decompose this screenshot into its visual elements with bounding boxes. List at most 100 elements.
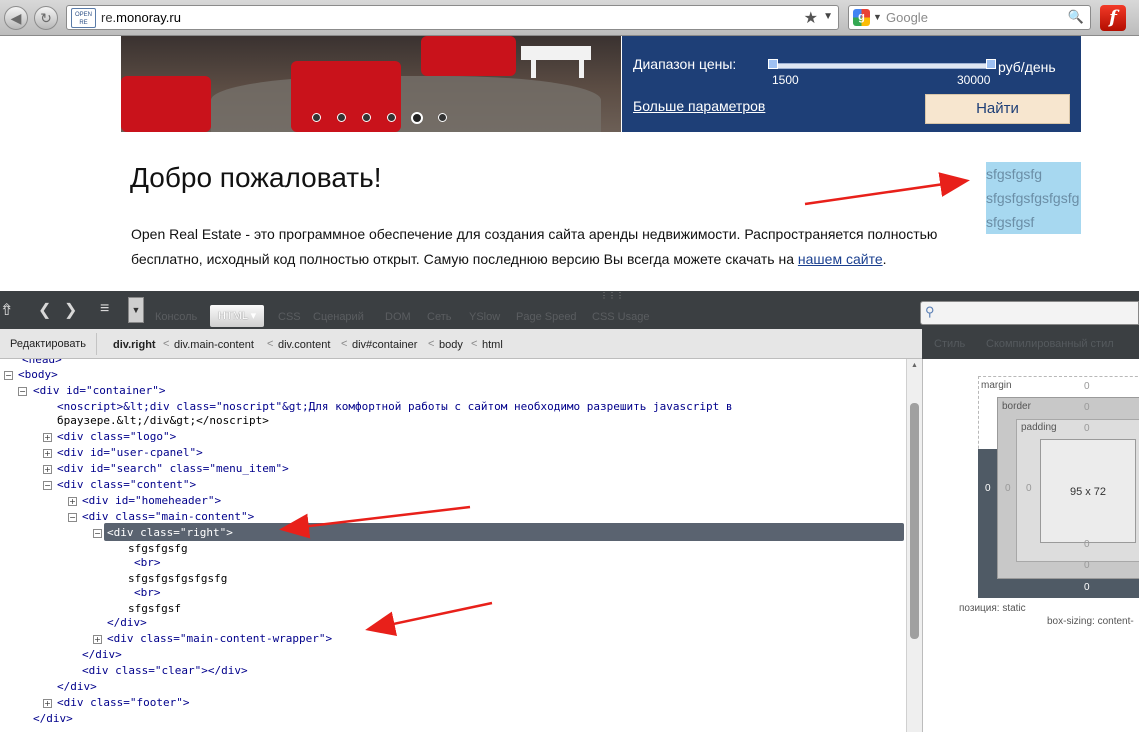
tab-style[interactable]: Стиль: [934, 338, 965, 350]
collapse-toggle-icon[interactable]: −: [4, 371, 13, 380]
right-box-line: sfgsfgsfg: [986, 166, 1043, 182]
padding-bottom-value[interactable]: 0: [1084, 539, 1090, 550]
price-slider-max-handle[interactable]: [986, 59, 996, 69]
flash-icon[interactable]: f: [1100, 5, 1126, 31]
margin-left-value[interactable]: 0: [985, 483, 991, 494]
margin-top-value[interactable]: 0: [1084, 381, 1090, 392]
tree-node[interactable]: <div id="search" class="menu_item">: [57, 461, 289, 477]
expand-toggle-icon[interactable]: +: [43, 449, 52, 458]
tab-dom[interactable]: DOM: [385, 311, 411, 323]
collapse-toggle-icon[interactable]: −: [68, 513, 77, 522]
collapse-toggle-icon[interactable]: −: [43, 481, 52, 490]
tree-node[interactable]: <div class="clear"></div>: [82, 663, 248, 679]
padding-left-value[interactable]: 0: [1026, 483, 1032, 494]
favicon-text-top: OPEN: [74, 12, 92, 18]
collapse-toggle-icon[interactable]: −: [18, 387, 27, 396]
breadcrumb-separator: <: [428, 338, 435, 350]
border-left-value[interactable]: 0: [1005, 483, 1011, 494]
our-site-link[interactable]: нашем сайте: [798, 251, 883, 267]
tree-node-selected[interactable]: <div class="right">: [107, 525, 233, 541]
tab-script[interactable]: Сценарий: [313, 311, 364, 323]
price-slider-track[interactable]: [772, 63, 992, 69]
tree-node[interactable]: </div>: [33, 711, 73, 727]
tree-node[interactable]: <body>: [18, 367, 58, 383]
expand-toggle-icon[interactable]: +: [43, 699, 52, 708]
breadcrumb-item[interactable]: div.right: [113, 339, 156, 351]
inspect-icon[interactable]: ⇮: [0, 300, 13, 320]
edit-button[interactable]: Редактировать: [0, 333, 97, 355]
expand-toggle-icon[interactable]: +: [93, 635, 102, 644]
sofa-shape: [121, 76, 211, 132]
breadcrumb-item[interactable]: div.content: [278, 339, 330, 351]
expand-toggle-icon[interactable]: +: [43, 433, 52, 442]
tab-css-usage[interactable]: CSS Usage: [592, 311, 649, 323]
collapse-toggle-icon[interactable]: −: [93, 529, 102, 538]
tree-scrollbar[interactable]: ▲: [906, 359, 922, 732]
panel-menu-dropdown[interactable]: ▼: [128, 297, 144, 323]
url-prefix: re.: [101, 10, 117, 25]
price-slider-min-handle[interactable]: [768, 59, 778, 69]
tab-page-speed[interactable]: Page Speed: [516, 311, 577, 323]
find-button[interactable]: Найти: [925, 94, 1070, 124]
margin-bottom-value[interactable]: 0: [1084, 582, 1090, 593]
back-button[interactable]: ◀: [4, 6, 28, 30]
tree-node[interactable]: </div>: [107, 615, 147, 631]
scrollbar-thumb[interactable]: [910, 403, 919, 639]
tree-node[interactable]: <div class="logo">: [57, 429, 176, 445]
tree-node[interactable]: <div class="main-content">: [82, 509, 254, 525]
tab-html[interactable]: HTML ▾: [210, 305, 265, 327]
tree-node[interactable]: <div id="container">: [33, 383, 165, 399]
address-bar[interactable]: OPEN RE re.monoray.ru ★ ▼: [66, 5, 839, 30]
tree-node[interactable]: <div class="content">: [57, 477, 196, 493]
breadcrumb-item[interactable]: div#container: [352, 339, 417, 351]
slider-dot[interactable]: [312, 113, 321, 122]
breadcrumb-separator: <: [471, 338, 478, 350]
resize-grip-icon[interactable]: ⋮⋮⋮: [600, 291, 624, 300]
tab-computed-style[interactable]: Скомпилированный стил: [986, 338, 1114, 350]
bookmark-star-icon[interactable]: ★: [804, 8, 818, 28]
border-top-value[interactable]: 0: [1084, 402, 1090, 413]
slider-dot-active[interactable]: [411, 112, 423, 124]
tree-node[interactable]: </div>: [57, 679, 97, 695]
url-text[interactable]: re.monoray.ru: [101, 10, 181, 25]
expand-toggle-icon[interactable]: +: [68, 497, 77, 506]
forward-arrow-icon[interactable]: ❯: [64, 300, 77, 320]
back-arrow-icon[interactable]: ❮: [38, 300, 51, 320]
search-bar[interactable]: g ▼ Google 🔍: [848, 5, 1091, 30]
tree-node[interactable]: <div id="homeheader">: [82, 493, 221, 509]
tree-node[interactable]: </div>: [82, 647, 122, 663]
url-dropdown-icon[interactable]: ▼: [823, 11, 833, 22]
tab-yslow[interactable]: YSlow: [469, 311, 500, 323]
right-box-highlight: sfgsfgsfg sfgsfgsfgsfgsfg sfgsfgsf: [986, 162, 1081, 234]
slider-dot[interactable]: [337, 113, 346, 122]
devtools-search-input[interactable]: ⚲: [920, 301, 1139, 325]
tree-node[interactable]: <br>: [134, 555, 161, 571]
slider-dot[interactable]: [387, 113, 396, 122]
tab-console[interactable]: Консоль: [155, 311, 197, 323]
site-favicon: OPEN RE: [71, 8, 96, 28]
intro-period: .: [882, 251, 887, 267]
right-box-line: sfgsfgsf: [986, 214, 1035, 230]
more-params-link[interactable]: Больше параметров: [633, 98, 765, 114]
tree-node[interactable]: <div class="main-content-wrapper">: [107, 631, 332, 647]
slider-dot[interactable]: [362, 113, 371, 122]
tab-network[interactable]: Сеть: [427, 311, 451, 323]
expand-toggle-icon[interactable]: +: [43, 465, 52, 474]
tab-css[interactable]: CSS: [278, 311, 301, 323]
border-bottom-value[interactable]: 0: [1084, 560, 1090, 571]
tree-node[interactable]: <div class="footer">: [57, 695, 189, 711]
google-engine-icon[interactable]: g: [853, 9, 870, 26]
breadcrumb-item[interactable]: div.main-content: [174, 339, 254, 351]
reload-button[interactable]: ↻: [34, 6, 58, 30]
engine-dropdown-icon[interactable]: ▼: [873, 12, 882, 22]
tree-node[interactable]: <div id="user-cpanel">: [57, 445, 203, 461]
search-icon[interactable]: 🔍: [1068, 9, 1084, 25]
menu-lines-icon[interactable]: ≡: [100, 300, 109, 318]
slider-dot[interactable]: [438, 113, 447, 122]
padding-top-value[interactable]: 0: [1084, 423, 1090, 434]
scroll-up-icon[interactable]: ▲: [911, 362, 918, 369]
tree-node[interactable]: <br>: [134, 585, 161, 601]
tree-node-text[interactable]: браузере.&lt;/div&gt;</noscript>: [57, 413, 269, 429]
breadcrumb-item[interactable]: body: [439, 339, 463, 351]
breadcrumb-item[interactable]: html: [482, 339, 503, 351]
